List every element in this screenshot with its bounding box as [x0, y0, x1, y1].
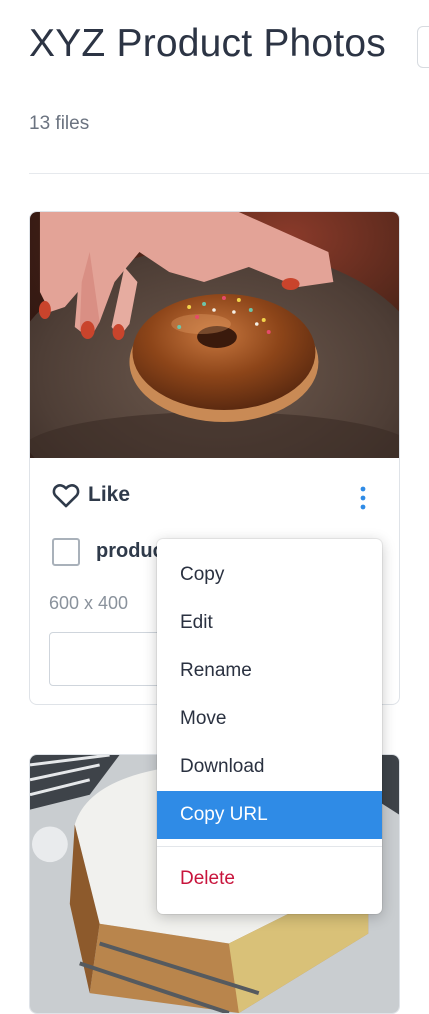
file-count: 13 files [29, 113, 90, 134]
menu-item-delete[interactable]: Delete [157, 855, 382, 903]
menu-item-download[interactable]: Download [157, 743, 382, 791]
file-name: produc [96, 540, 164, 562]
menu-item-copy-url[interactable]: Copy URL [157, 791, 382, 839]
menu-item-edit[interactable]: Edit [157, 599, 382, 647]
menu-item-rename[interactable]: Rename [157, 647, 382, 695]
page-title: XYZ Product Photos [29, 22, 386, 65]
menu-item-copy[interactable]: Copy [157, 551, 382, 599]
donut-photo[interactable] [30, 212, 399, 458]
header-divider [29, 173, 429, 174]
context-menu: Copy Edit Rename Move Download Copy URL … [157, 539, 382, 914]
menu-divider [157, 846, 382, 847]
select-checkbox[interactable] [52, 538, 80, 566]
image-dimensions: 600 x 400 [49, 593, 129, 613]
menu-item-move[interactable]: Move [157, 695, 382, 743]
header-action-button[interactable] [417, 26, 429, 68]
heart-outline-icon [52, 484, 80, 508]
like-label: Like [88, 483, 131, 506]
like-button[interactable]: Like [52, 482, 130, 508]
vertical-ellipsis-icon[interactable] [355, 484, 371, 512]
